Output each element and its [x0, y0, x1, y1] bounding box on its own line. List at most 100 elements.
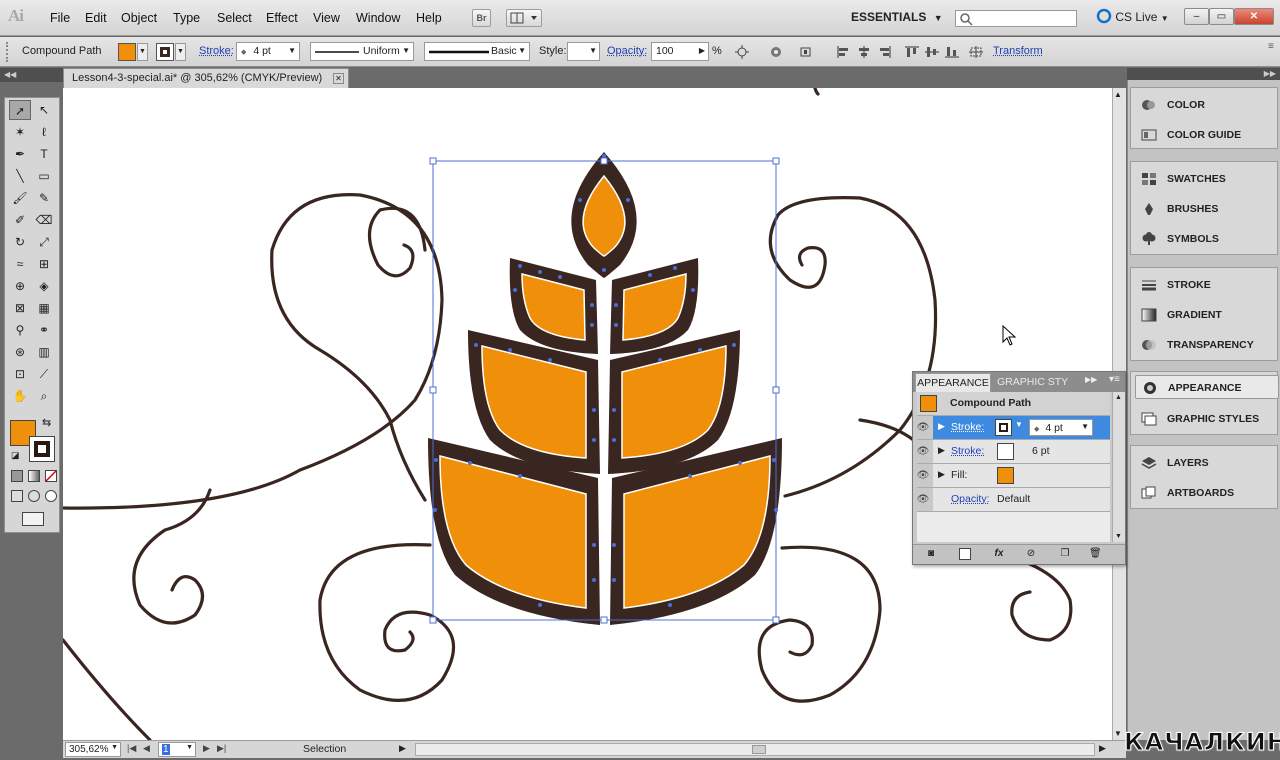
visibility-eye-icon[interactable]: 👁 [913, 416, 933, 439]
cs-live-button[interactable]: CS Live ▼ [1096, 8, 1169, 24]
arrange-documents-button[interactable] [506, 9, 542, 27]
gradient-mode-icon[interactable] [28, 470, 40, 482]
artboard-number-field[interactable]: 1 ▼ [158, 742, 196, 757]
clear-appearance-icon[interactable]: ⊘ [1025, 548, 1037, 560]
scroll-down-icon[interactable]: ▼ [1115, 533, 1122, 540]
chevron-down-icon[interactable]: ▼ [1015, 420, 1023, 429]
transform-link[interactable]: Transform [993, 45, 1043, 57]
tab-graphic-styles[interactable]: GRAPHIC STY [997, 374, 1068, 391]
swap-fill-stroke-icon[interactable]: ⇆ [42, 416, 51, 429]
panel-appearance[interactable]: APPEARANCE [1135, 375, 1279, 399]
fill-color-swatch[interactable] [997, 467, 1014, 484]
stroke-color-swatch[interactable] [997, 443, 1014, 460]
prev-artboard-icon[interactable]: ◀ [143, 743, 150, 754]
align-top-icon[interactable] [904, 45, 920, 59]
type-tool[interactable]: T [33, 144, 55, 164]
panel-layers[interactable]: LAYERS [1135, 451, 1279, 475]
panel-menu-icon[interactable]: ▾≡ [1109, 374, 1120, 385]
rotate-tool[interactable]: ↻ [9, 232, 31, 252]
workspace-switcher[interactable]: ESSENTIALS ▼ [851, 10, 943, 24]
lasso-tool[interactable]: ℓ [33, 122, 55, 142]
opacity-label[interactable]: Opacity: [607, 45, 647, 57]
panel-stroke[interactable]: STROKE [1135, 273, 1279, 297]
menu-object[interactable]: Object [121, 11, 157, 25]
variable-width-profile[interactable]: Uniform ▼ [310, 42, 414, 61]
draw-behind-icon[interactable] [28, 490, 40, 502]
expand-panel-icon[interactable]: ▶▶ [1085, 375, 1097, 384]
brush-definition[interactable]: Basic ▼ [424, 42, 530, 61]
stroke-attribute-label[interactable]: Stroke: [951, 421, 984, 433]
column-graph-tool[interactable]: ▥ [33, 342, 55, 362]
line-tool[interactable]: ╲ [9, 166, 31, 186]
align-to-icon[interactable] [798, 45, 814, 59]
scroll-right-icon[interactable]: ▶ [1099, 743, 1106, 754]
appearance-stroke-row[interactable]: 👁 ▶ Stroke: 6 pt [917, 440, 1110, 464]
eyedropper-tool[interactable]: ⚲ [9, 320, 31, 340]
visibility-eye-icon[interactable]: 👁 [913, 440, 933, 463]
scroll-up-icon[interactable]: ▲ [1115, 394, 1122, 401]
menu-window[interactable]: Window [356, 11, 400, 25]
add-new-fill-icon[interactable] [959, 548, 971, 560]
scroll-up-icon[interactable]: ▲ [1114, 90, 1122, 99]
disclosure-triangle-icon[interactable]: ▶ [938, 445, 945, 456]
fill-dropdown[interactable]: ▼ [137, 43, 148, 61]
next-artboard-icon[interactable]: ▶ [203, 743, 210, 754]
panel-symbols[interactable]: SYMBOLS [1135, 227, 1279, 251]
fill-swatch[interactable] [118, 43, 136, 61]
disclosure-triangle-icon[interactable]: ▶ [938, 469, 945, 480]
panel-color-guide[interactable]: COLOR GUIDE [1135, 123, 1279, 147]
scroll-down-icon[interactable]: ▼ [1114, 729, 1122, 738]
stroke-weight-input[interactable]: ◆ 4 pt ▼ [1029, 419, 1093, 436]
appearance-stroke-row-selected[interactable]: 👁 ▶ Stroke: ▼ ◆ 4 pt ▼ [917, 416, 1110, 440]
menu-file[interactable]: File [50, 11, 70, 25]
restore-button[interactable]: ▭ [1209, 8, 1234, 25]
slice-tool[interactable]: ⟋ [33, 364, 55, 384]
blob-brush-tool[interactable]: ✐ [9, 210, 31, 230]
draw-normal-icon[interactable] [11, 490, 23, 502]
align-right-icon[interactable] [876, 45, 892, 59]
zoom-field[interactable]: 305,62% ▼ [65, 742, 121, 757]
panel-gradient[interactable]: GRADIENT [1135, 303, 1279, 327]
eraser-tool[interactable]: ⌫ [33, 210, 55, 230]
stroke-weight-field[interactable]: ◆ 4 pt ▼ [236, 42, 300, 61]
appearance-opacity-row[interactable]: 👁 Opacity: Default [917, 488, 1110, 512]
first-artboard-icon[interactable]: |◀ [127, 743, 136, 754]
disclosure-triangle-icon[interactable]: ▶ [938, 421, 945, 432]
pen-tool[interactable]: ✒ [9, 144, 31, 164]
align-center-icon[interactable] [856, 45, 872, 59]
duplicate-item-icon[interactable]: ❐ [1059, 548, 1071, 560]
grip-handle[interactable] [6, 42, 10, 62]
status-tool-label[interactable]: Selection [303, 743, 346, 755]
free-transform-tool[interactable]: ⊞ [33, 254, 55, 274]
direct-selection-tool[interactable]: ↖ [33, 100, 55, 120]
menu-select[interactable]: Select [217, 11, 252, 25]
recolor-artwork-icon[interactable] [734, 45, 750, 59]
warp-tool[interactable]: ≈ [9, 254, 31, 274]
panel-color[interactable]: COLOR [1135, 93, 1279, 117]
panel-brushes[interactable]: BRUSHES [1135, 197, 1279, 221]
hand-tool[interactable]: ✋ [9, 386, 31, 406]
panel-transparency[interactable]: TRANSPARENCY [1135, 333, 1279, 357]
color-mode-icon[interactable] [11, 470, 23, 482]
last-artboard-icon[interactable]: ▶| [217, 743, 226, 754]
default-colors-icon[interactable]: ◪ [11, 450, 20, 461]
menu-edit[interactable]: Edit [85, 11, 107, 25]
document-tab[interactable]: Lesson4-3-special.ai* @ 305,62% (CMYK/Pr… [63, 68, 349, 88]
magic-wand-tool[interactable]: ✶ [9, 122, 31, 142]
menu-help[interactable]: Help [416, 11, 442, 25]
distribute-icon[interactable] [968, 45, 984, 59]
tab-appearance[interactable]: APPEARANCE [915, 373, 991, 392]
search-input[interactable] [955, 10, 1077, 27]
rectangle-tool[interactable]: ▭ [33, 166, 55, 186]
dock-collapse-bar[interactable]: ▶▶ [1127, 68, 1280, 80]
align-bottom-icon[interactable] [944, 45, 960, 59]
stroke-attribute-label[interactable]: Stroke: [951, 445, 984, 457]
fx-icon[interactable]: fx [993, 548, 1005, 560]
none-mode-icon[interactable] [45, 470, 57, 482]
live-paint-tool[interactable]: ◈ [33, 276, 55, 296]
close-icon[interactable]: ✕ [333, 73, 344, 84]
panel-swatches[interactable]: SWATCHES [1135, 167, 1279, 191]
symbol-sprayer-tool[interactable]: ⊛ [9, 342, 31, 362]
shape-builder-tool[interactable]: ⊕ [9, 276, 31, 296]
stroke-dropdown[interactable]: ▼ [175, 43, 186, 61]
